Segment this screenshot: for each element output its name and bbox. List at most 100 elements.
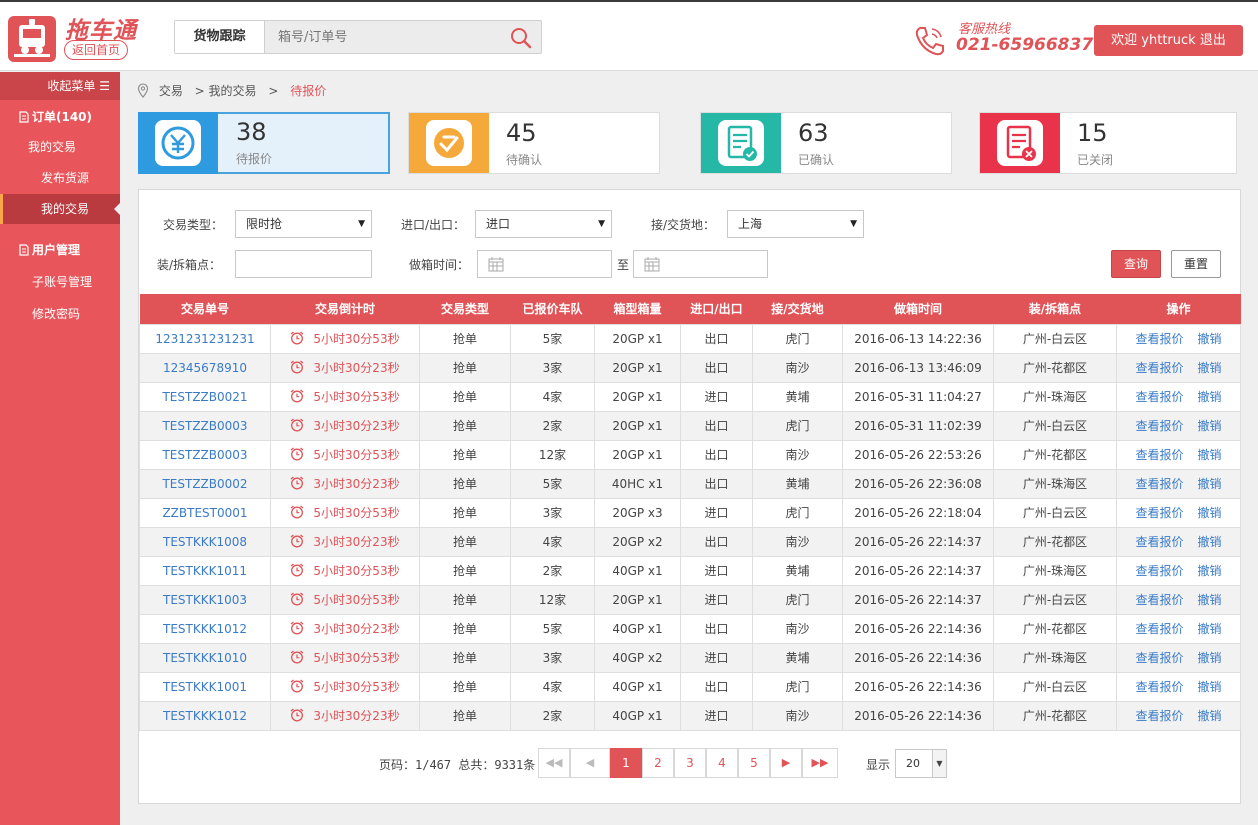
stat-count: 63 <box>798 119 829 147</box>
stat-card-pending-quote[interactable]: 38 待报价 <box>138 112 390 174</box>
col-header-import-export[interactable]: 进口/出口 <box>680 294 753 324</box>
cell-order-no[interactable]: TESTKKK1008 <box>139 526 271 557</box>
page-button-3[interactable]: 3 <box>674 748 706 778</box>
sidebar-item-my-trades[interactable]: 我的交易 <box>0 132 120 162</box>
stat-card-pending-confirm[interactable]: 45 待确认 <box>408 112 660 174</box>
cell-order-no[interactable]: TESTZZB0002 <box>139 468 271 499</box>
cell-order-no[interactable]: TESTZZB0021 <box>139 381 271 412</box>
cell-order-no[interactable]: TESTKKK1001 <box>139 671 271 702</box>
revoke-link[interactable]: 撤销 <box>1198 535 1222 549</box>
page-button-5[interactable]: 5 <box>738 748 770 778</box>
view-quote-link[interactable]: 查看报价 <box>1135 564 1183 578</box>
cell-order-no[interactable]: TESTKKK1012 <box>139 700 271 731</box>
col-header-time[interactable]: 做箱时间 <box>842 294 994 324</box>
home-link[interactable]: 返回首页 <box>64 40 128 60</box>
sidebar-item-my-trades-active[interactable]: 我的交易 <box>0 194 120 224</box>
view-quote-link[interactable]: 查看报价 <box>1135 332 1183 346</box>
breadcrumb-trade[interactable]: 交易 <box>159 84 183 98</box>
revoke-link[interactable]: 撤销 <box>1198 680 1222 694</box>
col-header-quoted-fleets[interactable]: 已报价车队 <box>510 294 595 324</box>
end-date-input[interactable] <box>633 250 768 278</box>
page-button-2[interactable]: 2 <box>642 748 674 778</box>
col-header-countdown[interactable]: 交易倒计时 <box>270 294 420 324</box>
cell-order-no[interactable]: TESTKKK1010 <box>139 642 271 673</box>
revoke-link[interactable]: 撤销 <box>1198 651 1222 665</box>
page-size-select[interactable]: 20 ▼ <box>895 749 947 778</box>
truck-logo-icon[interactable] <box>8 16 56 62</box>
revoke-link[interactable]: 撤销 <box>1198 332 1222 346</box>
breadcrumb-my-trades[interactable]: > 我的交易 <box>195 84 257 98</box>
page-button-4[interactable]: 4 <box>706 748 738 778</box>
revoke-link[interactable]: 撤销 <box>1198 593 1222 607</box>
cell-quoted-fleets: 12家 <box>510 439 595 470</box>
collapse-menu-button[interactable]: 收起菜单 ☰ <box>0 72 120 100</box>
view-quote-link[interactable]: 查看报价 <box>1135 477 1183 491</box>
cell-order-no[interactable]: TESTZZB0003 <box>139 439 271 470</box>
trade-type-value: 限时抢 <box>246 217 283 231</box>
page-button-1[interactable]: 1 <box>610 748 642 778</box>
search-icon[interactable] <box>509 26 533 50</box>
prev-page-icon[interactable]: ◀ <box>570 748 610 778</box>
sidebar-item-publish-source[interactable]: 发布货源 <box>0 163 120 193</box>
revoke-link[interactable]: 撤销 <box>1198 419 1222 433</box>
first-page-icon[interactable]: ◀◀ <box>538 748 570 778</box>
revoke-link[interactable]: 撤销 <box>1198 506 1222 520</box>
welcome-logout-button[interactable]: 欢迎 yhttruck 退出 <box>1094 25 1243 56</box>
revoke-link[interactable]: 撤销 <box>1198 361 1222 375</box>
sidebar-group-orders[interactable]: 订单(140) <box>0 105 120 129</box>
view-quote-link[interactable]: 查看报价 <box>1135 390 1183 404</box>
revoke-link[interactable]: 撤销 <box>1198 564 1222 578</box>
io-select[interactable]: 进口 ▼ <box>475 210 612 238</box>
view-quote-link[interactable]: 查看报价 <box>1135 419 1183 433</box>
place-select[interactable]: 上海 ▼ <box>727 210 864 238</box>
cell-import-export: 进口 <box>680 381 753 412</box>
cell-time: 2016-06-13 14:22:36 <box>842 323 994 354</box>
revoke-link[interactable]: 撤销 <box>1198 709 1222 723</box>
search-input[interactable] <box>266 21 496 53</box>
start-date-input[interactable] <box>477 250 612 278</box>
cell-import-export: 出口 <box>680 352 753 383</box>
col-header-order-no[interactable]: 交易单号 <box>139 294 271 324</box>
cell-order-no[interactable]: ZZBTEST0001 <box>139 497 271 528</box>
reset-button[interactable]: 重置 <box>1171 250 1221 278</box>
alarm-clock-icon <box>291 534 304 548</box>
cargo-tracking-tab[interactable]: 货物跟踪 <box>175 21 265 53</box>
view-quote-link[interactable]: 查看报价 <box>1135 651 1183 665</box>
col-header-container[interactable]: 箱型箱量 <box>594 294 681 324</box>
cell-order-no[interactable]: 1231231231231 <box>139 323 271 354</box>
revoke-link[interactable]: 撤销 <box>1198 622 1222 636</box>
view-quote-link[interactable]: 查看报价 <box>1135 448 1183 462</box>
revoke-link[interactable]: 撤销 <box>1198 477 1222 491</box>
cell-time: 2016-05-26 22:14:37 <box>842 584 994 615</box>
view-quote-link[interactable]: 查看报价 <box>1135 506 1183 520</box>
view-quote-link[interactable]: 查看报价 <box>1135 593 1183 607</box>
next-page-icon[interactable]: ▶ <box>770 748 802 778</box>
cell-order-no[interactable]: TESTZZB0003 <box>139 410 271 441</box>
view-quote-link[interactable]: 查看报价 <box>1135 680 1183 694</box>
stat-card-confirmed[interactable]: 63 已确认 <box>700 112 952 174</box>
cell-countdown: 5小时30分53秒 <box>270 671 420 702</box>
sidebar-group-user-management[interactable]: 用户管理 <box>0 238 120 262</box>
pack-point-input[interactable] <box>235 250 372 278</box>
io-label: 进口/出口： <box>401 218 466 232</box>
view-quote-link[interactable]: 查看报价 <box>1135 361 1183 375</box>
cell-order-no[interactable]: 12345678910 <box>139 352 271 383</box>
view-quote-link[interactable]: 查看报价 <box>1135 709 1183 723</box>
col-header-pack-point[interactable]: 装/拆箱点 <box>993 294 1117 324</box>
cell-order-no[interactable]: TESTKKK1011 <box>139 555 271 586</box>
last-page-icon[interactable]: ▶▶ <box>802 748 838 778</box>
revoke-link[interactable]: 撤销 <box>1198 448 1222 462</box>
col-header-place[interactable]: 接/交货地 <box>752 294 843 324</box>
trade-type-select[interactable]: 限时抢 ▼ <box>235 210 372 238</box>
revoke-link[interactable]: 撤销 <box>1198 390 1222 404</box>
cell-trade-type: 抢单 <box>419 410 511 441</box>
cell-order-no[interactable]: TESTKKK1003 <box>139 584 271 615</box>
view-quote-link[interactable]: 查看报价 <box>1135 535 1183 549</box>
cell-order-no[interactable]: TESTKKK1012 <box>139 613 271 644</box>
view-quote-link[interactable]: 查看报价 <box>1135 622 1183 636</box>
stat-card-closed[interactable]: 15 已关闭 <box>979 112 1237 174</box>
col-header-trade-type[interactable]: 交易类型 <box>419 294 511 324</box>
sidebar-item-change-password[interactable]: 修改密码 <box>0 299 120 329</box>
sidebar-item-sub-accounts[interactable]: 子账号管理 <box>0 267 120 297</box>
query-button[interactable]: 查询 <box>1111 250 1161 278</box>
